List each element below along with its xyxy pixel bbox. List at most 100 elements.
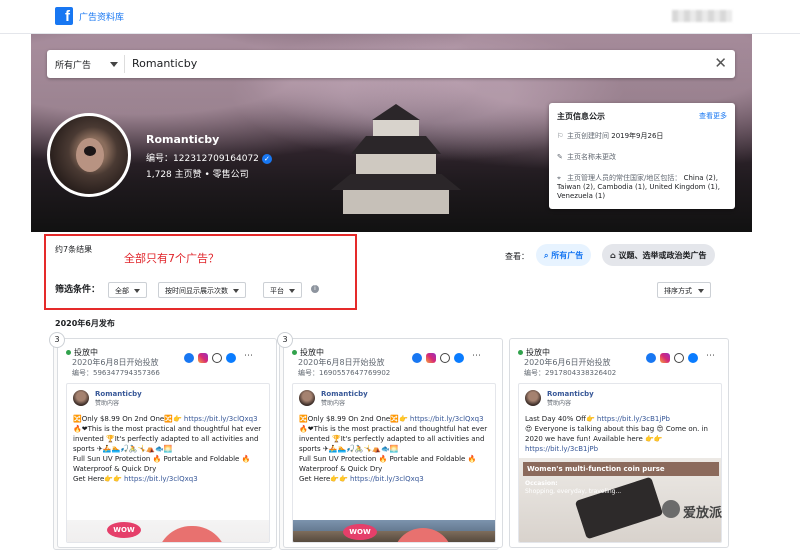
page-id-value: 122312709164072 [173,154,259,164]
chevron-down-icon [698,289,704,293]
edit-icon: ✎ [557,153,563,161]
page-id: 编号：122312709164072 ✓ [146,151,272,164]
ad-category-dropdown[interactable]: 所有广告 [55,58,91,71]
ad-link[interactable]: https://bit.ly/3clQxq3 [184,415,258,423]
ad-image[interactable]: Women's multi-function coin purse Occasi… [519,458,721,542]
search-divider [124,55,125,73]
ad-link[interactable]: https://bit.ly/3cB1jPb [597,415,670,423]
page-avatar[interactable] [47,113,131,197]
chevron-down-icon [233,289,239,293]
advertiser-avatar [525,390,541,406]
filter-all-dropdown[interactable]: 全部 [108,282,147,298]
instagram-icon [426,353,436,363]
date-section-header: 2020年6月发布 [55,319,115,328]
filter-label: 筛选条件： [55,285,101,295]
advertiser-name[interactable]: Romanticby [95,390,142,398]
image-occasion-label: Occasion: [525,480,558,487]
ad-version-count-badge[interactable]: 3 [277,332,293,348]
image-occasion-value: Shopping, everyday, traveling... [525,488,622,495]
watermark-text: 爱放派 [683,506,723,521]
facebook-icon [184,353,194,363]
flag-icon: ⚐ [557,132,564,140]
audience-network-icon [674,353,684,363]
bank-icon: ⌂ [610,251,619,260]
more-options-icon[interactable]: ⋯ [244,351,253,361]
ad-link[interactable]: https://bit.ly/3clQxq3 [350,475,424,483]
castle-illustration [321,104,471,214]
ad-link[interactable]: https://bit.ly/3cB1jPb [525,445,598,453]
wow-badge: WOW [343,524,377,540]
ad-version-count-badge[interactable]: 3 [49,332,65,348]
ad-card[interactable]: 投放中 2020年6月8日开始投放 编号：596347794357366 ⋯ R… [57,338,277,548]
ad-start-date: 2020年6月6日开始投放 [524,358,611,367]
instagram-icon [660,353,670,363]
wechat-watermark-icon [662,500,680,518]
facebook-icon [646,353,656,363]
page-name[interactable]: Romanticby [146,133,219,146]
messenger-icon [226,353,236,363]
page-likes: 1,728 主页赞 • 零售公司 [146,170,249,180]
facebook-logo-icon[interactable]: f [55,7,73,25]
search-input[interactable]: Romanticby [132,57,197,70]
close-icon[interactable]: ✕ [714,54,727,72]
page-id-label: 编号： [146,154,174,164]
ad-card[interactable]: 投放中 2020年6月8日开始投放 编号：1690557647769902 ⋯ … [283,338,503,548]
advertiser-avatar [73,390,89,406]
active-dot-icon [292,350,297,355]
sort-dropdown[interactable]: 排序方式 [657,282,711,298]
info-icon[interactable]: i [311,285,319,293]
creation-date: 2019年9月26日 [611,132,664,140]
chevron-down-icon [134,289,140,293]
active-dot-icon [518,350,523,355]
ad-image[interactable]: WOW [293,520,495,542]
info-card-title: 主页信息公示 [557,112,605,121]
wow-badge: WOW [107,522,141,538]
sponsored-label: 赞助内容 [321,400,346,407]
view-label: 查看： [505,252,529,261]
active-dot-icon [66,350,71,355]
more-options-icon[interactable]: ⋯ [706,351,715,361]
ad-body-text: 🔀Only $8.99 On 2nd One🔀👉 https://bit.ly/… [299,415,488,483]
advertiser-name[interactable]: Romanticby [547,390,594,398]
messenger-icon [454,353,464,363]
ad-id: 编号：2917804338326402 [524,369,617,377]
ad-body-text: Last Day 40% Off👉 https://bit.ly/3cB1jPb… [525,415,708,453]
image-headline: Women's multi-function coin purse [523,462,719,476]
messenger-icon [688,353,698,363]
more-options-icon[interactable]: ⋯ [472,351,481,361]
all-ads-button[interactable]: ⌕ 所有广告 [536,244,592,266]
advertiser-avatar [299,390,315,406]
ad-library-title[interactable]: 广告资料库 [79,10,124,23]
ad-image[interactable]: WOW [67,520,269,542]
advertiser-name[interactable]: Romanticby [321,390,368,398]
top-bar: f 广告资料库 [0,0,800,34]
managers-location-row: ⌖ 主页管理人员的常住国家/地区包括： China (2), Taiwan (2)… [557,174,720,200]
sponsored-label: 赞助内容 [547,400,572,407]
ad-id: 编号：596347794357366 [72,369,160,377]
page-transparency-card: 主页信息公示 查看更多 ⚐ 主页创建时间 2019年9月26日 ✎ 主页名称未更改 … [549,103,735,209]
creation-date-row: ⚐ 主页创建时间 2019年9月26日 [557,132,664,140]
hat-illustration [393,528,453,542]
instagram-icon [198,353,208,363]
impressions-dropdown[interactable]: 按时间显示展示次数 [158,282,246,298]
ad-preview: Romanticby 赞助内容 🔀Only $8.99 On 2nd One🔀👉… [292,383,496,543]
see-more-link[interactable]: 查看更多 [699,111,727,121]
location-pin-icon: ⌖ [557,174,561,182]
ad-start-date: 2020年6月8日开始投放 [72,358,159,367]
political-ads-button[interactable]: ⌂ 议题、选举或政治类广告 [602,244,715,266]
ad-preview: Romanticby 赞助内容 🔀Only $8.99 On 2nd One🔀👉… [66,383,270,543]
audience-network-icon [440,353,450,363]
hat-illustration [157,526,227,542]
wallet-illustration [574,476,664,540]
ad-link[interactable]: https://bit.ly/3clQxq3 [124,475,198,483]
audience-network-icon [212,353,222,363]
sponsored-label: 赞助内容 [95,400,120,407]
blurred-user-info [672,10,732,22]
red-annotation-box [44,234,357,310]
platform-dropdown[interactable]: 平台 [263,282,302,298]
chevron-down-icon[interactable] [110,62,118,67]
ad-start-date: 2020年6月8日开始投放 [298,358,385,367]
ad-link[interactable]: https://bit.ly/3clQxq3 [410,415,484,423]
search-bar: 所有广告 Romanticby ✕ [47,50,735,78]
name-change-row: ✎ 主页名称未更改 [557,153,616,161]
